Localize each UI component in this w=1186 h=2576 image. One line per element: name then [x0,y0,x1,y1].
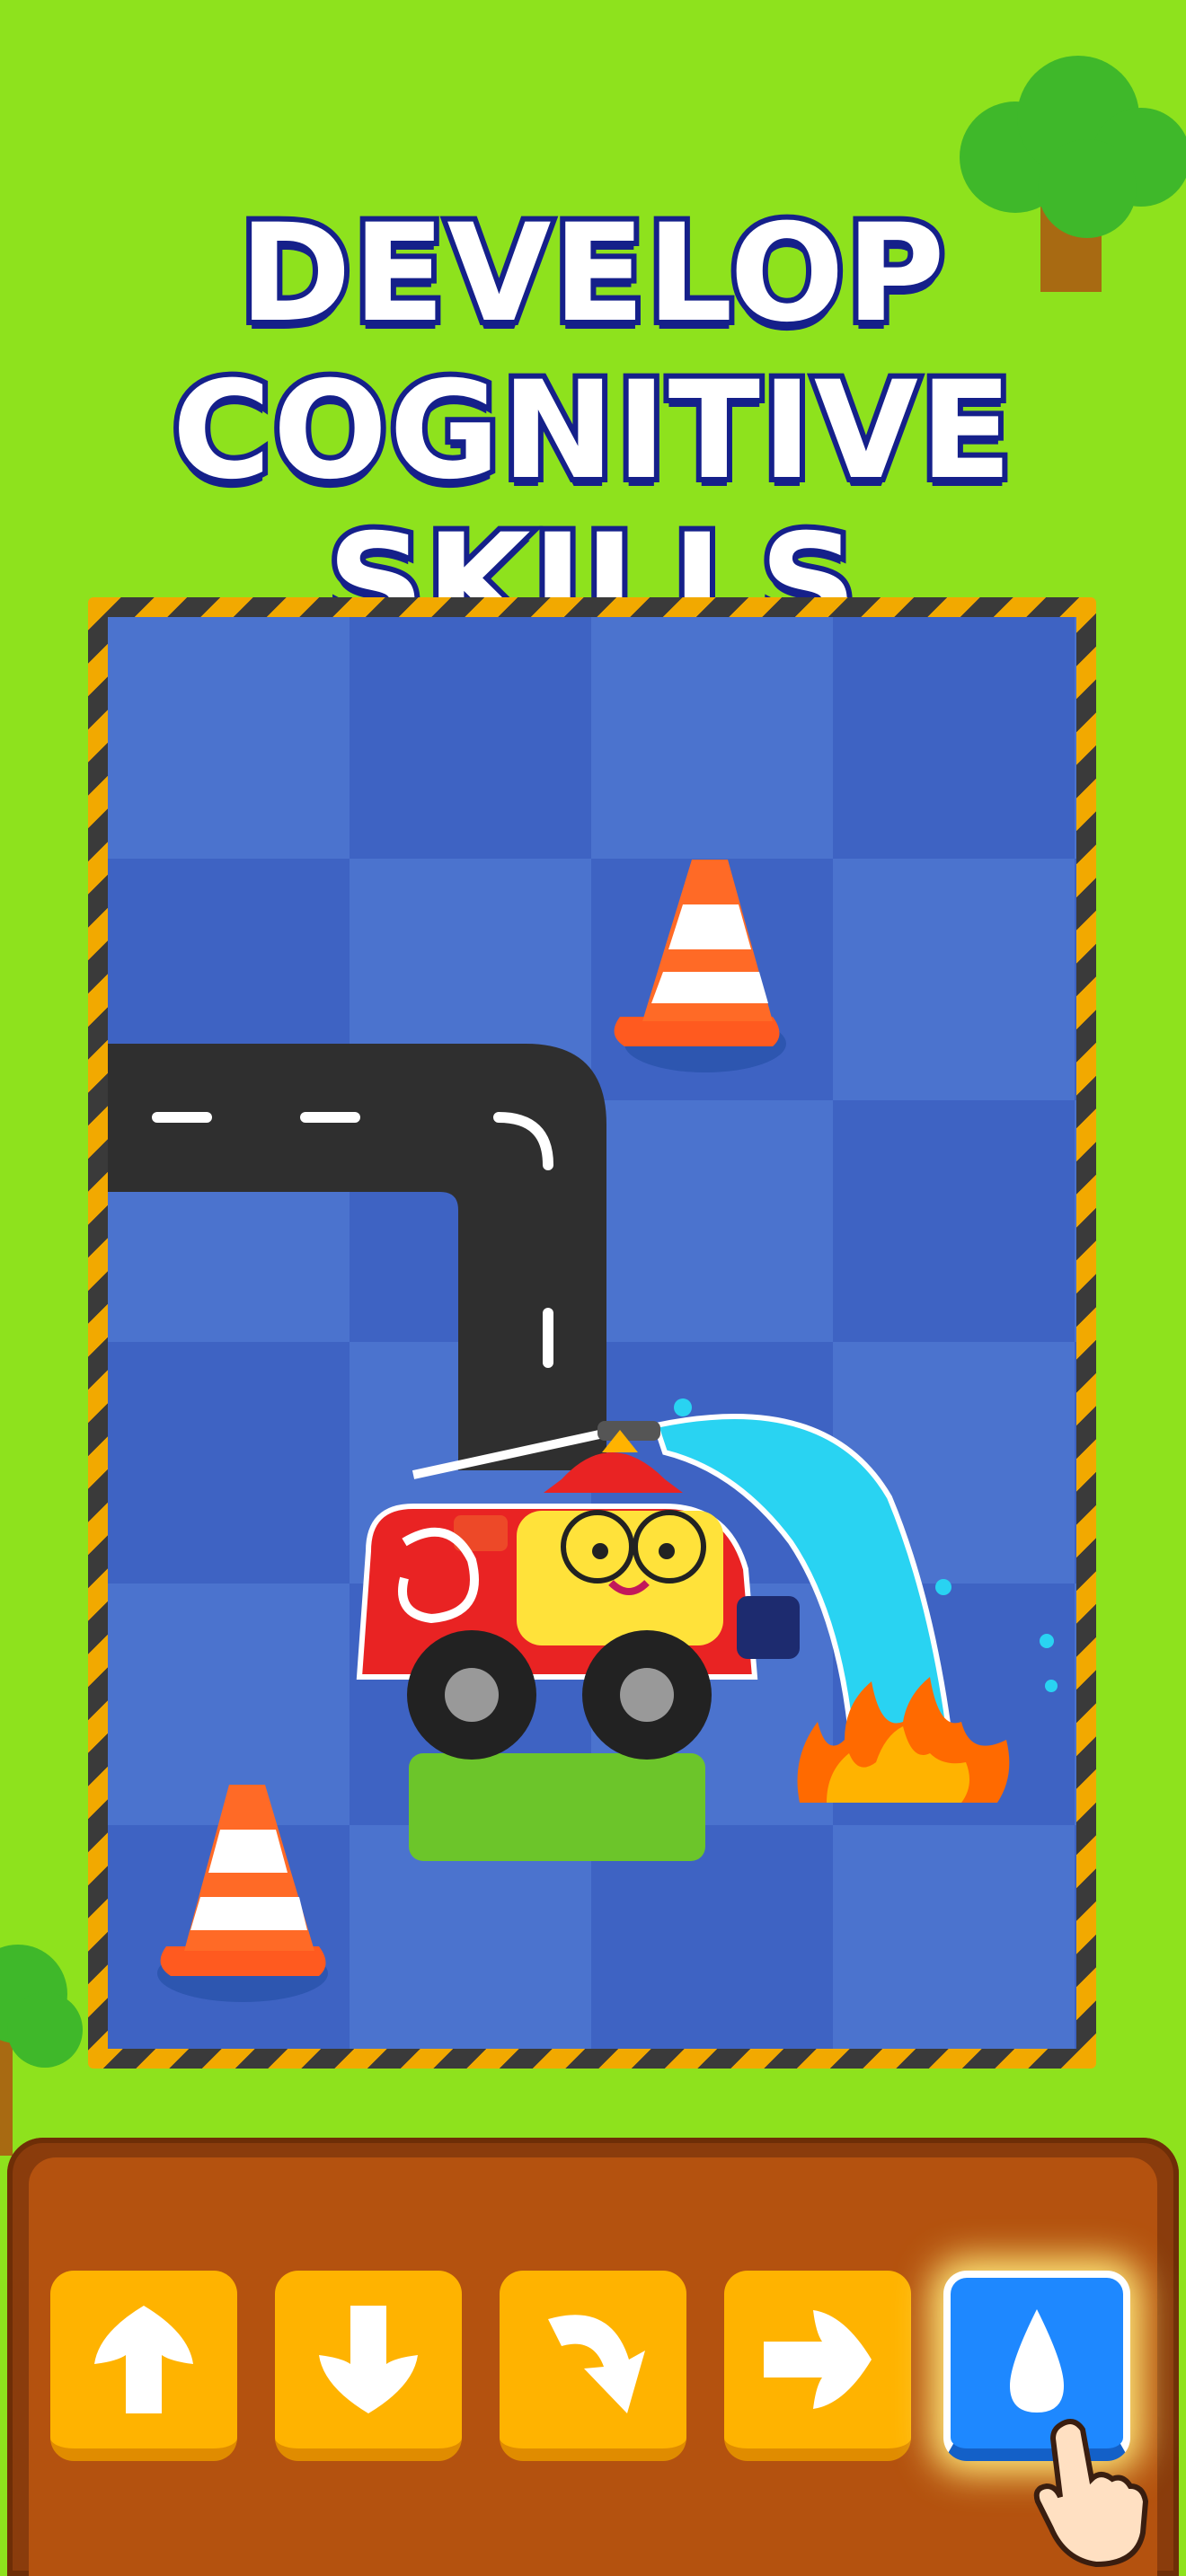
command-right-button[interactable] [724,2271,911,2461]
road-scene [108,860,1058,2002]
arrow-up-icon [94,2306,193,2413]
tree-left [0,1945,83,2156]
pointing-hand-icon [1033,2419,1149,2568]
tree-top-right [960,56,1186,292]
game-board-grid [108,617,1076,2049]
traffic-cone-icon-2 [157,1785,328,2002]
turn-arrow-icon [548,2315,645,2413]
road [108,1044,606,1470]
game-board [88,597,1096,2069]
command-down-button[interactable] [275,2271,462,2461]
arrow-down-icon [319,2306,418,2413]
goal-tile [409,1753,705,1861]
command-turn-button[interactable] [500,2271,686,2461]
water-drop-icon [1010,2309,1064,2413]
traffic-cone-icon [614,860,786,1072]
command-up-button[interactable] [50,2271,237,2461]
arrow-right-icon [764,2310,872,2409]
